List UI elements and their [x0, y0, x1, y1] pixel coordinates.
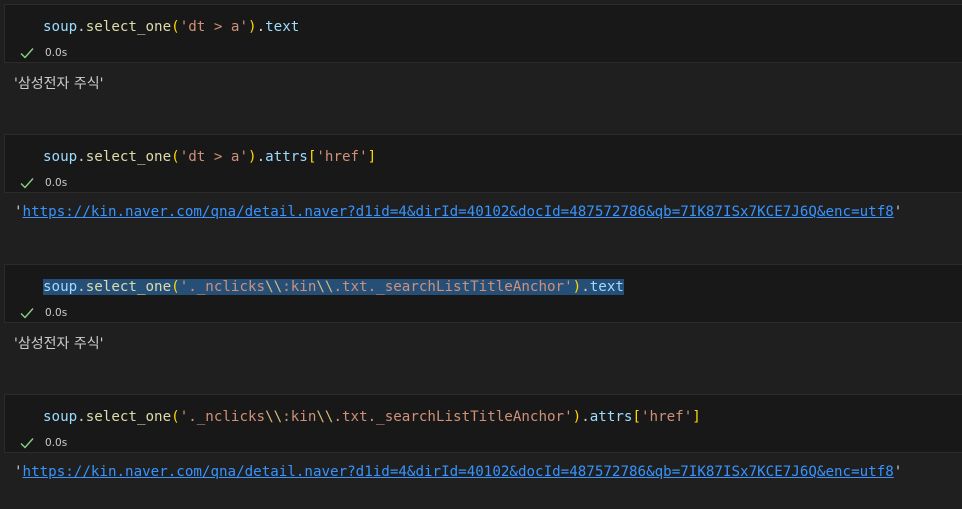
code-token-paren-close: )	[572, 409, 582, 425]
cell-output-link: 'https://kin.naver.com/qna/detail.naver?…	[14, 464, 902, 480]
code-token-variable: soup	[43, 279, 78, 295]
check-icon	[20, 438, 34, 449]
code-token-paren-close: )	[248, 19, 257, 35]
execution-time: 0.0s	[45, 437, 68, 449]
code-token-function: select_one	[85, 279, 172, 295]
code-token-paren-open: (	[171, 19, 180, 35]
code-token-paren-close: )	[248, 149, 257, 165]
code-token-string: :kin	[282, 409, 317, 425]
cell-output-link: 'https://kin.naver.com/qna/detail.naver?…	[14, 204, 902, 220]
execution-time: 0.0s	[45, 47, 68, 59]
check-icon	[20, 308, 34, 319]
code-token-paren-open: (	[171, 279, 180, 295]
code-token-dot: .	[77, 279, 86, 295]
code-token-function: select_one	[85, 409, 172, 425]
execution-status: 0.0s	[19, 175, 67, 191]
code-token-escape: \\	[316, 409, 334, 425]
code-selection-highlight: soup.select_one('._nclicks\\:kin\\.txt._…	[43, 279, 624, 295]
execution-time: 0.0s	[45, 177, 68, 189]
cell-output-text: '삼성전자 주식'	[14, 336, 104, 352]
code-token-variable: soup	[43, 149, 78, 165]
code-token-escape: \\	[265, 409, 283, 425]
output-quote: '	[14, 464, 23, 480]
code-token-attribute: text	[589, 279, 624, 295]
code-token-attribute: attrs	[589, 409, 633, 425]
code-token-dot: .	[581, 409, 590, 425]
code-token-string: 'href'	[316, 149, 368, 165]
code-token-paren-open: (	[171, 409, 180, 425]
code-token-bracket-close: ]	[692, 409, 701, 425]
notebook-cell-4[interactable]: soup.select_one('._nclicks\\:kin\\.txt._…	[4, 394, 962, 453]
check-icon	[20, 48, 34, 59]
execution-status: 0.0s	[19, 305, 67, 321]
code-token-variable: soup	[43, 409, 78, 425]
cell-output-text: '삼성전자 주식'	[14, 76, 104, 92]
code-token-escape: \\	[265, 279, 283, 295]
code-token-string: 'dt > a'	[179, 149, 249, 165]
output-quote: '	[893, 204, 903, 220]
output-url-link[interactable]: https://kin.naver.com/qna/detail.naver?d…	[23, 464, 894, 480]
notebook-cell-2[interactable]: soup.select_one('dt > a').attrs['href'] …	[4, 134, 962, 193]
code-token-variable: soup	[43, 19, 78, 35]
code-token-string: 'href'	[641, 409, 693, 425]
code-token-string: '._nclicks	[179, 409, 266, 425]
output-quote: '	[14, 204, 23, 220]
execution-time: 0.0s	[45, 307, 68, 319]
execution-status: 0.0s	[19, 435, 67, 451]
code-token-paren-open: (	[171, 149, 180, 165]
code-token-string: :kin	[282, 279, 317, 295]
code-token-dot: .	[77, 19, 86, 35]
code-editor[interactable]: soup.select_one('dt > a').attrs['href']	[43, 148, 376, 166]
code-editor[interactable]: soup.select_one('._nclicks\\:kin\\.txt._…	[43, 408, 701, 426]
check-icon	[20, 178, 34, 189]
execution-status: 0.0s	[19, 45, 67, 61]
code-token-dot: .	[77, 149, 86, 165]
code-token-attribute: text	[265, 19, 300, 35]
code-token-dot: .	[581, 279, 590, 295]
code-editor[interactable]: soup.select_one('._nclicks\\:kin\\.txt._…	[43, 278, 624, 296]
code-token-bracket-close: ]	[367, 149, 377, 165]
output-url-link[interactable]: https://kin.naver.com/qna/detail.naver?d…	[23, 204, 894, 220]
code-token-string: .txt._searchListTitleAnchor'	[333, 279, 573, 295]
code-token-function: select_one	[85, 19, 172, 35]
code-token-string: '._nclicks	[179, 279, 266, 295]
notebook-cell-1[interactable]: soup.select_one('dt > a').text 0.0s	[4, 4, 962, 63]
code-token-string: 'dt > a'	[179, 19, 249, 35]
code-token-attribute: attrs	[265, 149, 308, 165]
notebook-cell-3[interactable]: soup.select_one('._nclicks\\:kin\\.txt._…	[4, 264, 962, 323]
output-quote: '	[893, 464, 903, 480]
code-token-dot: .	[256, 149, 266, 165]
code-token-string: .txt._searchListTitleAnchor'	[333, 409, 573, 425]
code-token-escape: \\	[316, 279, 334, 295]
code-token-dot: .	[77, 409, 86, 425]
code-token-function: select_one	[85, 149, 172, 165]
code-token-dot: .	[256, 19, 266, 35]
code-token-paren-close: )	[572, 279, 582, 295]
code-token-bracket-open: [	[632, 409, 641, 425]
code-editor[interactable]: soup.select_one('dt > a').text	[43, 18, 299, 36]
